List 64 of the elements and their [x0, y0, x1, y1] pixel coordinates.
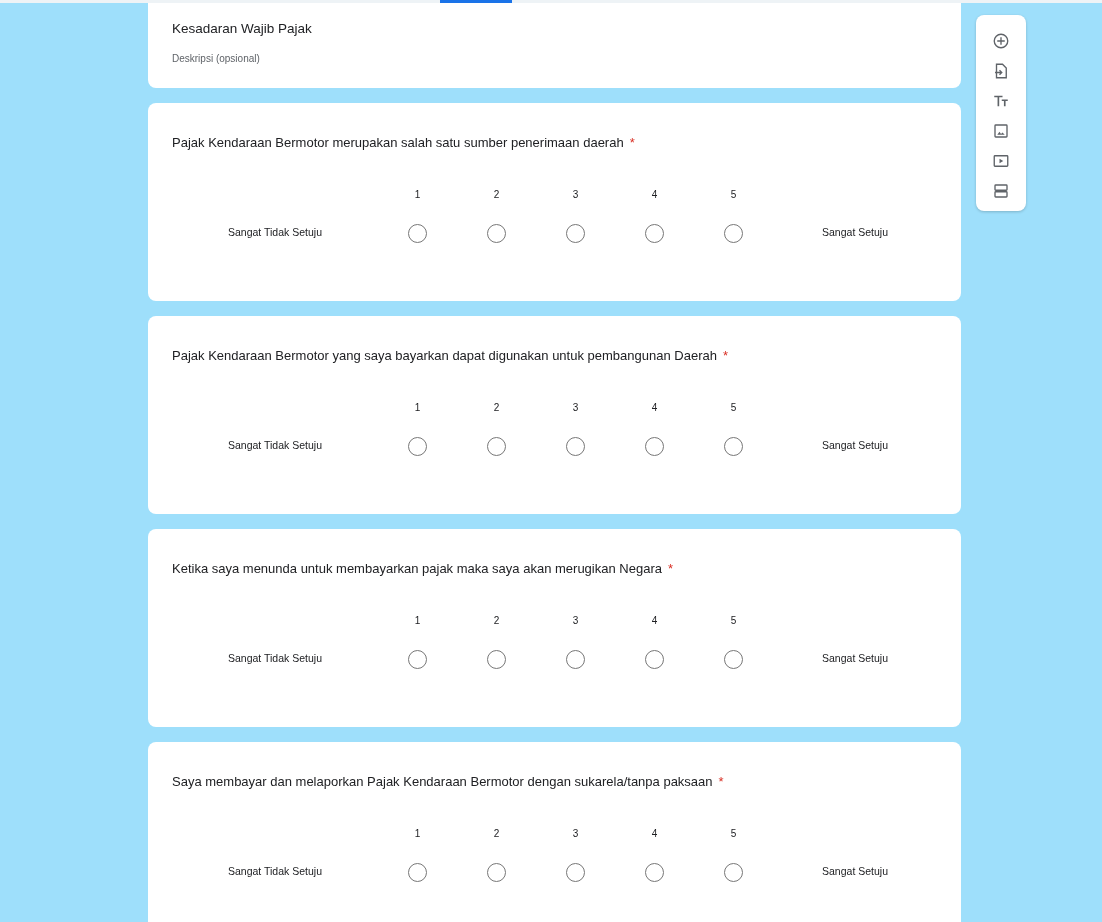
video-icon[interactable]: [992, 152, 1010, 170]
import-icon[interactable]: [992, 62, 1010, 80]
question-text: Pajak Kendaraan Bermotor yang saya bayarkan dapat digunakan untuk pembangunan Daerah: [172, 348, 717, 363]
radio-button[interactable]: [566, 223, 585, 243]
scale-number: 1: [414, 826, 421, 841]
radio-button[interactable]: [487, 862, 506, 882]
section-title[interactable]: Kesadaran Wajib Pajak: [172, 19, 937, 40]
add-icon[interactable]: [992, 32, 1010, 50]
scale-high-label: Sangat Setuju: [822, 438, 888, 454]
scale-number: 2: [493, 187, 500, 202]
radio-button[interactable]: [645, 862, 664, 882]
radio-button[interactable]: [724, 223, 743, 243]
scale-number: 3: [572, 400, 579, 415]
scale-number: 5: [730, 826, 737, 841]
radio-button[interactable]: [645, 649, 664, 669]
radio-button[interactable]: [724, 862, 743, 882]
scale-number: 1: [414, 187, 421, 202]
scale-number: 4: [651, 613, 658, 628]
question-text: Pajak Kendaraan Bermotor merupakan salah satu sumber penerimaan daerah: [172, 135, 624, 150]
scale-low-label: Sangat Tidak Setuju: [228, 651, 322, 667]
scale-high-label: Sangat Setuju: [822, 651, 888, 667]
scale-number: 3: [572, 826, 579, 841]
scale-number: 3: [572, 187, 579, 202]
required-mark: *: [629, 135, 635, 150]
question-text: Saya membayar dan melaporkan Pajak Kendaraan Bermotor dengan sukarela/tanpa paksaan: [172, 774, 713, 789]
required-mark: *: [667, 561, 673, 576]
scale-number: 1: [414, 613, 421, 628]
scale-number: 4: [651, 826, 658, 841]
scale-number: 5: [730, 187, 737, 202]
image-icon[interactable]: [992, 122, 1010, 140]
scale-low-label: Sangat Tidak Setuju: [228, 438, 322, 454]
description-field[interactable]: Deskripsi (opsional): [172, 51, 937, 67]
question-text: Ketika saya menunda untuk membayarkan pajak maka saya akan merugikan Negara: [172, 561, 662, 576]
scale-number: 1: [414, 400, 421, 415]
radio-button[interactable]: [566, 436, 585, 456]
radio-button[interactable]: [724, 436, 743, 456]
required-mark: *: [722, 348, 728, 363]
radio-button[interactable]: [645, 436, 664, 456]
section-icon[interactable]: [992, 182, 1010, 200]
radio-button[interactable]: [566, 862, 585, 882]
radio-button[interactable]: [408, 862, 427, 882]
radio-button[interactable]: [487, 223, 506, 243]
radio-button[interactable]: [408, 436, 427, 456]
scale-high-label: Sangat Setuju: [822, 225, 888, 241]
scale-number: 2: [493, 400, 500, 415]
scale-number: 2: [493, 613, 500, 628]
scale-number: 4: [651, 187, 658, 202]
radio-button[interactable]: [566, 649, 585, 669]
radio-button[interactable]: [487, 649, 506, 669]
tab-indicator: [440, 0, 512, 3]
radio-button[interactable]: [724, 649, 743, 669]
scale-number: 4: [651, 400, 658, 415]
scale-low-label: Sangat Tidak Setuju: [228, 864, 322, 880]
scale-number: 5: [730, 400, 737, 415]
radio-button[interactable]: [408, 223, 427, 243]
scale-number: 3: [572, 613, 579, 628]
scale-number: 2: [493, 826, 500, 841]
radio-button[interactable]: [645, 223, 664, 243]
scale-high-label: Sangat Setuju: [822, 864, 888, 880]
scale-number: 5: [730, 613, 737, 628]
scale-low-label: Sangat Tidak Setuju: [228, 225, 322, 241]
radio-button[interactable]: [408, 649, 427, 669]
radio-button[interactable]: [487, 436, 506, 456]
required-mark: *: [718, 774, 724, 789]
